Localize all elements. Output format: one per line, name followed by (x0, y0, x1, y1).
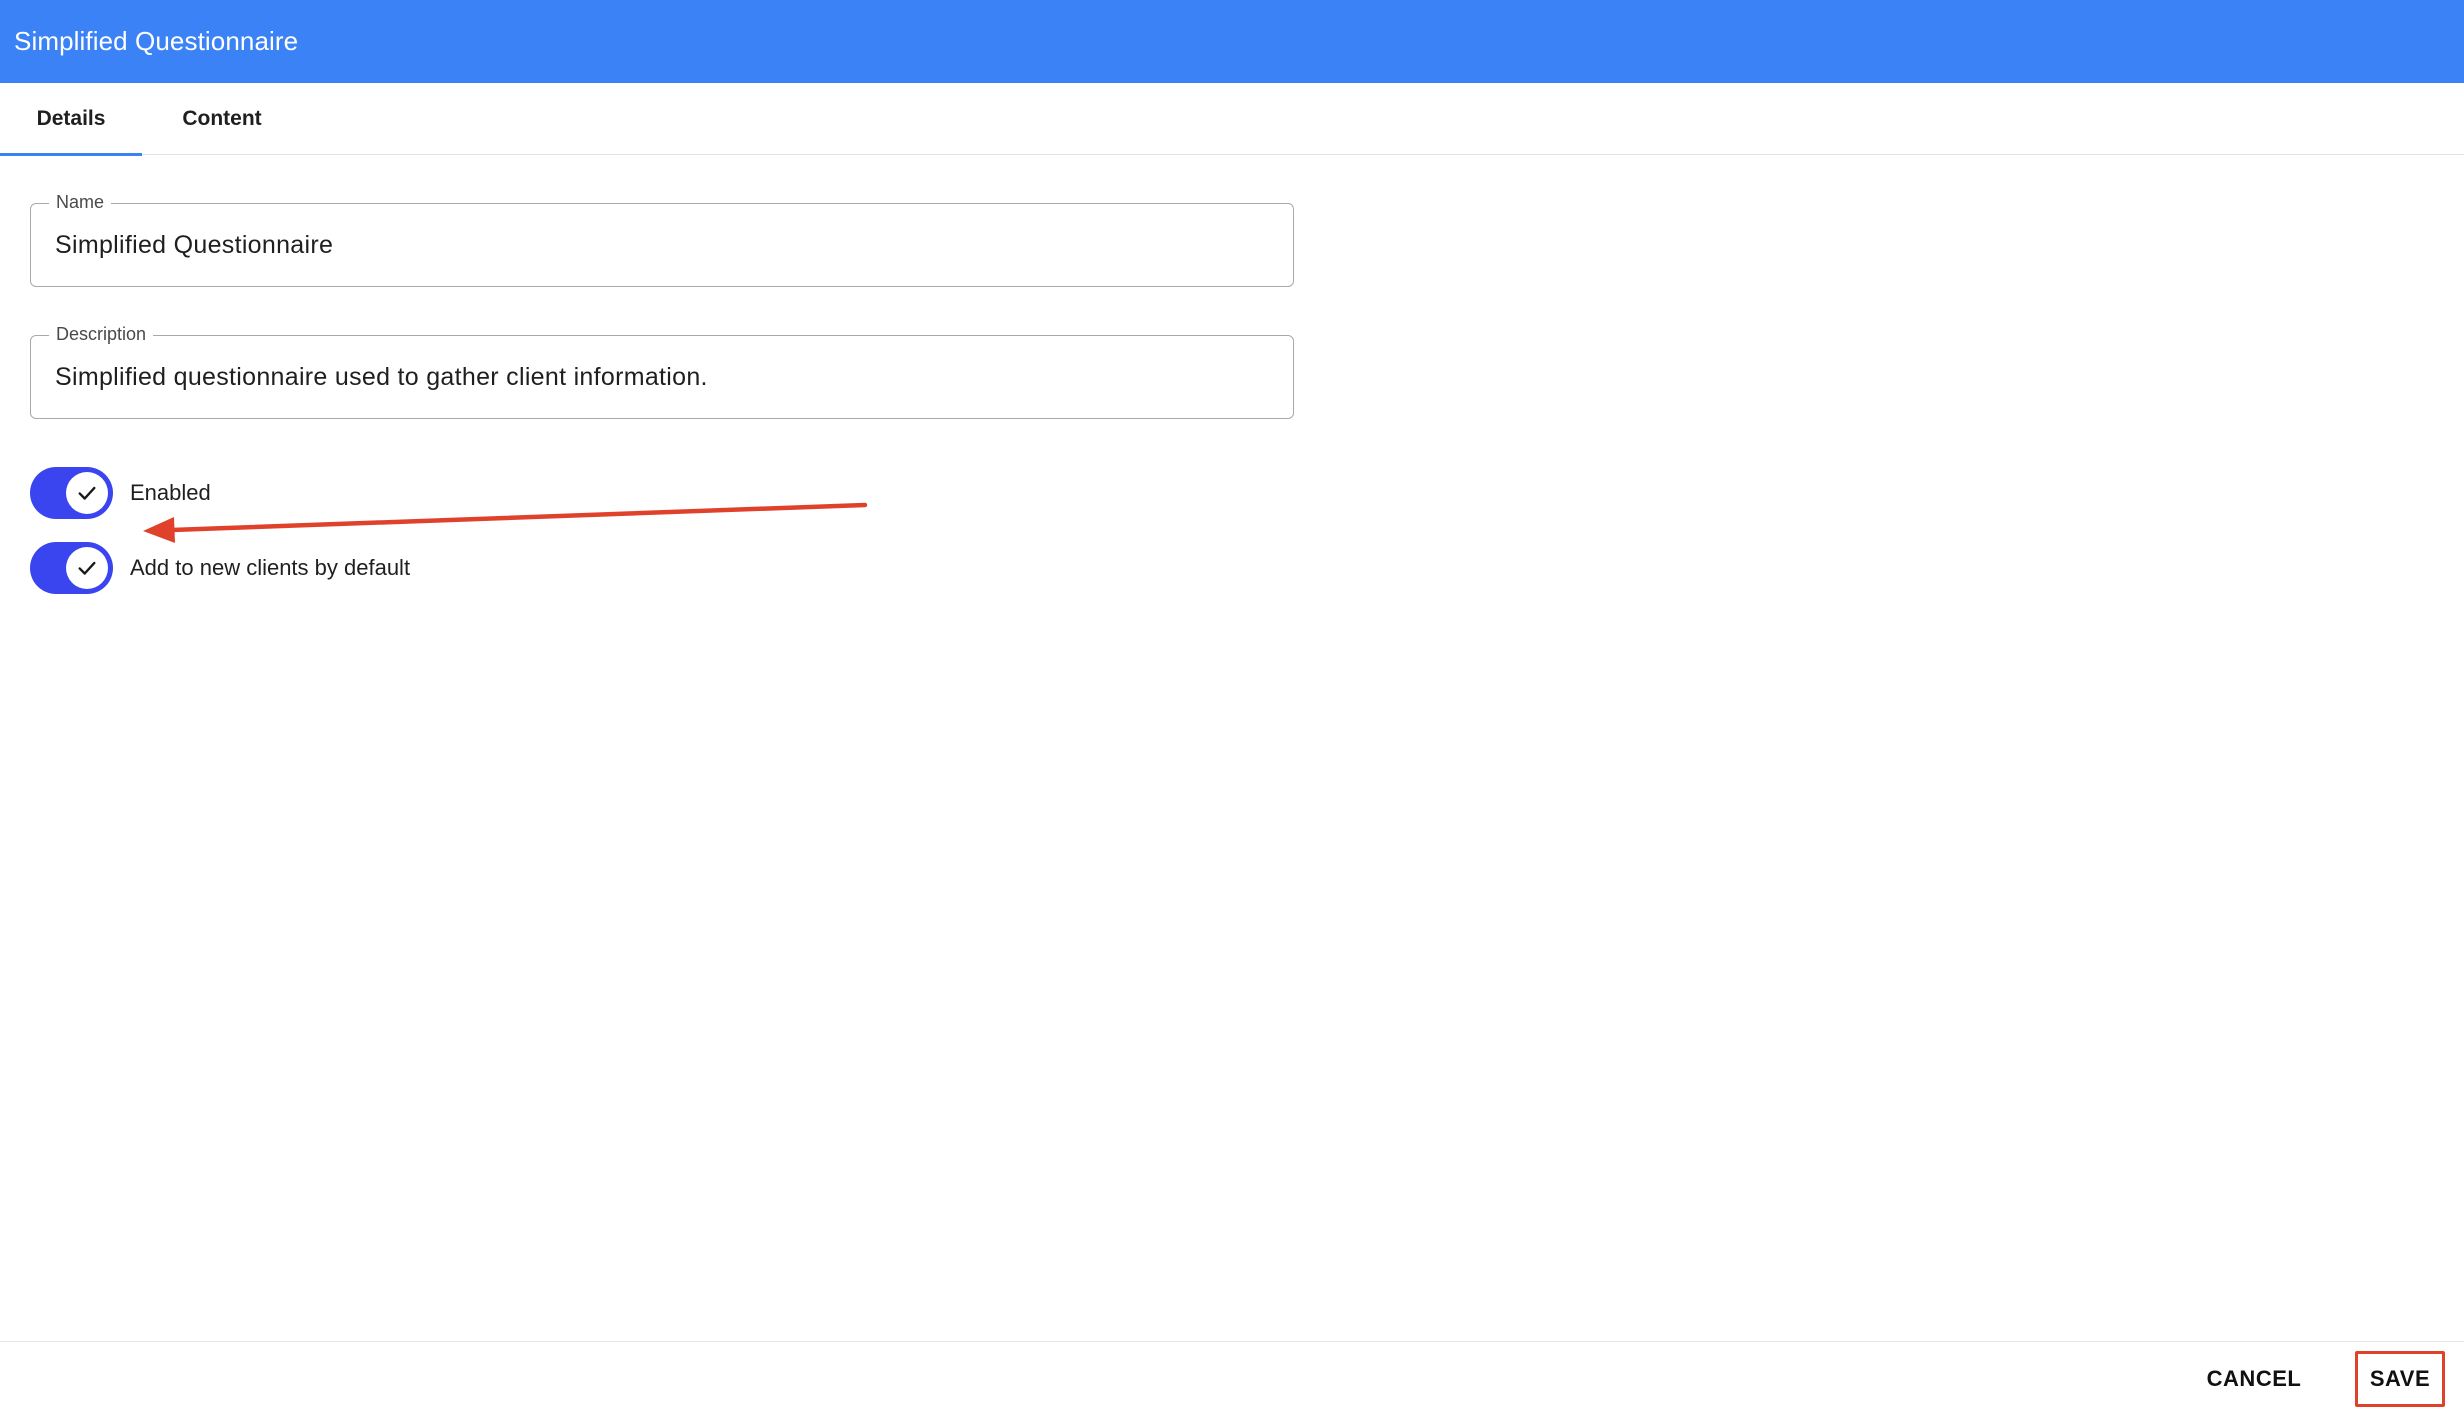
footer-bar (0, 1341, 2464, 1418)
page-title: Simplified Questionnaire (14, 26, 299, 56)
switch-thumb (66, 547, 108, 589)
name-input[interactable] (55, 204, 1273, 286)
switch-thumb (66, 472, 108, 514)
tab-details[interactable]: Details (0, 83, 142, 156)
description-field: Description (30, 323, 1294, 419)
enabled-toggle[interactable] (30, 467, 113, 519)
add-to-new-clients-label: Add to new clients by default (130, 555, 411, 580)
check-icon (78, 486, 96, 500)
add-to-new-clients-toggle[interactable] (30, 542, 113, 594)
name-field: Name (30, 191, 1294, 287)
enabled-label: Enabled (130, 480, 211, 505)
app-header: Simplified Questionnaire (0, 0, 2464, 83)
tab-bar: Details Content (0, 83, 2464, 156)
default-switch-row: Add to new clients by default (30, 542, 410, 594)
questionnaire-editor: Simplified Questionnaire Details Content… (0, 0, 2464, 1418)
save-button[interactable]: SAVE (2355, 1351, 2445, 1407)
description-input[interactable] (55, 336, 1273, 418)
cancel-button[interactable]: CANCEL (2192, 1351, 2316, 1407)
enabled-switch-row: Enabled (30, 467, 211, 519)
check-icon (78, 561, 96, 575)
tab-content[interactable]: Content (142, 83, 302, 155)
